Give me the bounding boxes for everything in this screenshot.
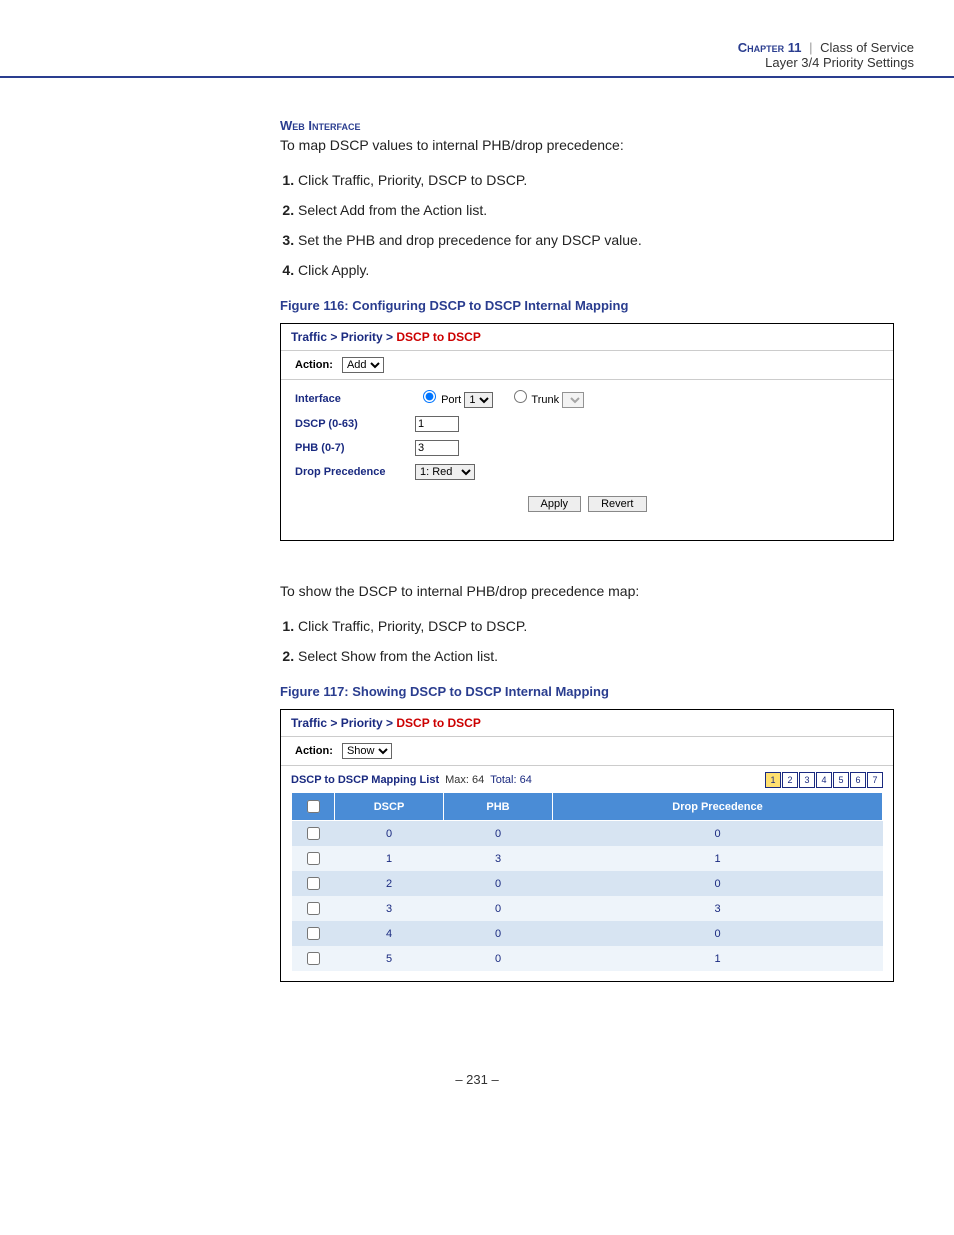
pager-page[interactable]: 1 — [765, 772, 781, 788]
steps-map: Click Traffic, Priority, DSCP to DSCP. S… — [280, 172, 894, 278]
apply-button[interactable]: Apply — [528, 496, 582, 512]
phb-input[interactable] — [415, 440, 459, 456]
table-row: 501 — [292, 946, 883, 971]
table-row: 400 — [292, 921, 883, 946]
chapter-label: Chapter 11 — [738, 40, 802, 55]
mapping-table: DSCP PHB Drop Precedence 000131200303400… — [291, 792, 883, 971]
step-item: Click Traffic, Priority, DSCP to DSCP. — [298, 172, 894, 188]
step-item: Select Add from the Action list. — [298, 202, 894, 218]
cell-dscp: 5 — [335, 946, 444, 971]
figure-117-caption: Figure 117: Showing DSCP to DSCP Interna… — [280, 684, 894, 699]
action-row: Action: Add — [281, 351, 893, 380]
total-label: Total: 64 — [490, 774, 532, 786]
steps-show: Click Traffic, Priority, DSCP to DSCP. S… — [280, 618, 894, 664]
cell-phb: 0 — [444, 921, 553, 946]
action-select[interactable]: Add — [342, 357, 384, 373]
table-row: 303 — [292, 896, 883, 921]
trunk-label: Trunk — [531, 394, 559, 406]
cell-dscp: 3 — [335, 896, 444, 921]
pager-page[interactable]: 4 — [816, 772, 832, 788]
breadcrumb: Traffic > Priority > DSCP to DSCP — [281, 324, 893, 351]
step-item: Select Show from the Action list. — [298, 648, 894, 664]
cell-dscp: 2 — [335, 871, 444, 896]
cell-drop: 0 — [553, 921, 883, 946]
step-item: Click Traffic, Priority, DSCP to DSCP. — [298, 618, 894, 634]
row-checkbox[interactable] — [307, 927, 320, 940]
port-select[interactable]: 1 — [464, 392, 493, 408]
cell-drop: 1 — [553, 846, 883, 871]
trunk-radio[interactable] — [514, 390, 527, 403]
table-row: 200 — [292, 871, 883, 896]
cell-dscp: 0 — [335, 821, 444, 847]
cell-drop: 0 — [553, 871, 883, 896]
cell-phb: 0 — [444, 946, 553, 971]
dscp-show-panel: Traffic > Priority > DSCP to DSCP Action… — [280, 709, 894, 982]
dscp-label: DSCP (0-63) — [295, 418, 415, 430]
cell-dscp: 1 — [335, 846, 444, 871]
pager-page[interactable]: 7 — [867, 772, 883, 788]
page-header: Chapter 11 | Class of Service Layer 3/4 … — [0, 0, 954, 78]
pager-page[interactable]: 3 — [799, 772, 815, 788]
breadcrumb: Traffic > Priority > DSCP to DSCP — [281, 710, 893, 737]
row-checkbox[interactable] — [307, 902, 320, 915]
cell-drop: 1 — [553, 946, 883, 971]
port-radio[interactable] — [423, 390, 436, 403]
row-checkbox[interactable] — [307, 952, 320, 965]
action-label: Action: — [295, 359, 333, 371]
pager: 1234567 — [764, 772, 883, 788]
col-phb: PHB — [444, 793, 553, 821]
table-row: 131 — [292, 846, 883, 871]
row-checkbox[interactable] — [307, 827, 320, 840]
step-item: Click Apply. — [298, 262, 894, 278]
cell-phb: 3 — [444, 846, 553, 871]
table-row: 000 — [292, 821, 883, 847]
col-drop: Drop Precedence — [553, 793, 883, 821]
cell-drop: 3 — [553, 896, 883, 921]
subsection-title: Layer 3/4 Priority Settings — [40, 55, 914, 70]
cell-phb: 0 — [444, 896, 553, 921]
page-number: – 231 – — [0, 1032, 954, 1127]
max-label: Max: 64 — [445, 774, 484, 786]
revert-button[interactable]: Revert — [588, 496, 646, 512]
select-all-checkbox[interactable] — [307, 800, 320, 813]
phb-label: PHB (0-7) — [295, 442, 415, 454]
action-select[interactable]: Show — [342, 743, 392, 759]
pager-page[interactable]: 6 — [850, 772, 866, 788]
interface-label: Interface — [295, 393, 415, 405]
list-title: DSCP to DSCP Mapping List — [291, 774, 439, 786]
figure-116-caption: Figure 116: Configuring DSCP to DSCP Int… — [280, 298, 894, 313]
pager-page[interactable]: 5 — [833, 772, 849, 788]
select-all-header — [292, 793, 335, 821]
drop-label: Drop Precedence — [295, 466, 415, 478]
web-interface-heading: Web Interface — [280, 118, 894, 133]
intro-map: To map DSCP values to internal PHB/drop … — [280, 135, 894, 156]
section-title: Class of Service — [820, 40, 914, 55]
cell-phb: 0 — [444, 871, 553, 896]
trunk-select[interactable] — [562, 392, 584, 408]
cell-dscp: 4 — [335, 921, 444, 946]
dscp-input[interactable] — [415, 416, 459, 432]
dscp-add-panel: Traffic > Priority > DSCP to DSCP Action… — [280, 323, 894, 541]
row-checkbox[interactable] — [307, 877, 320, 890]
cell-drop: 0 — [553, 821, 883, 847]
row-checkbox[interactable] — [307, 852, 320, 865]
action-row: Action: Show — [281, 737, 893, 766]
step-item: Set the PHB and drop precedence for any … — [298, 232, 894, 248]
action-label: Action: — [295, 745, 333, 757]
col-dscp: DSCP — [335, 793, 444, 821]
intro-show: To show the DSCP to internal PHB/drop pr… — [280, 581, 894, 602]
drop-select[interactable]: 1: Red — [415, 464, 475, 480]
pager-page[interactable]: 2 — [782, 772, 798, 788]
cell-phb: 0 — [444, 821, 553, 847]
port-label: Port — [441, 394, 461, 406]
